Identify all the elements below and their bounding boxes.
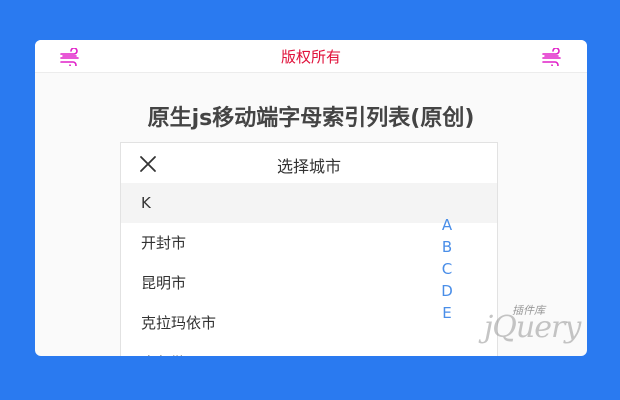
- index-letter-a[interactable]: A: [440, 214, 454, 236]
- alphabet-index: A B C D E: [440, 214, 454, 324]
- index-letter-d[interactable]: D: [440, 280, 454, 302]
- index-letter-b[interactable]: B: [440, 236, 454, 258]
- picker-title: 选择城市: [276, 157, 341, 176]
- copyright-text: 版权所有: [280, 48, 341, 66]
- page-title: 原生js移动端字母索引列表(原创): [147, 106, 475, 131]
- picker-header: 选择城市: [121, 143, 497, 183]
- page-card: 版权所有 原生js移动端字母索引列表(原创) 选择城市 K 开封市 昆明市 克拉…: [35, 40, 587, 356]
- index-letter-c[interactable]: C: [440, 258, 454, 280]
- city-item[interactable]: 库尔勒: [121, 343, 497, 356]
- wind-icon: [542, 48, 561, 66]
- index-letter-e[interactable]: E: [440, 302, 454, 324]
- top-bar: 版权所有: [35, 40, 587, 73]
